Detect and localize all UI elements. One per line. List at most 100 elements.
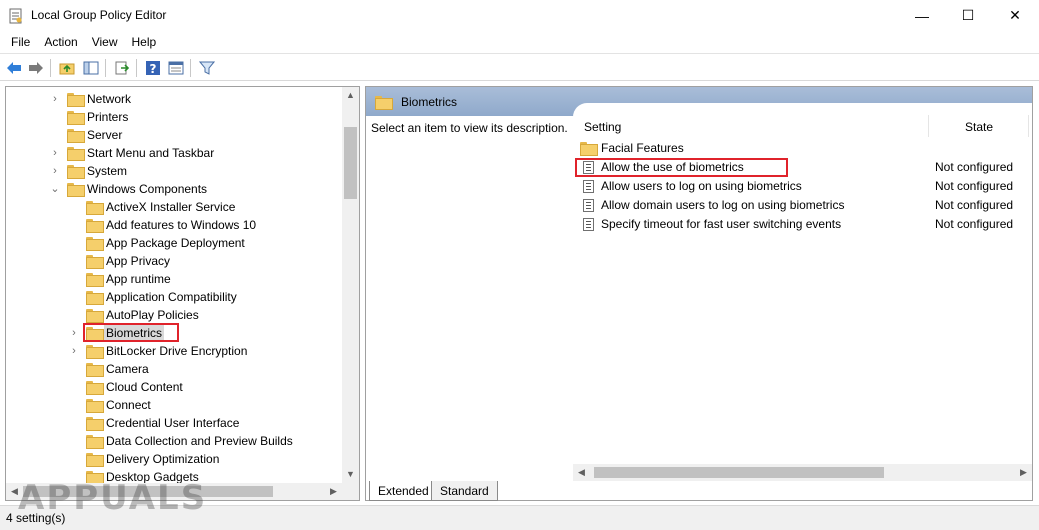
folder-icon	[86, 453, 104, 467]
folder-icon	[86, 345, 104, 359]
toolbar-separator	[50, 59, 51, 77]
setting-state: Not configured	[935, 217, 1014, 231]
scroll-down-icon[interactable]: ▼	[342, 466, 359, 483]
window-title: Local Group Policy Editor	[31, 8, 167, 22]
scroll-up-icon[interactable]: ▲	[342, 87, 359, 104]
toolbar-separator	[190, 59, 191, 77]
folder-icon	[67, 93, 85, 107]
tree-item[interactable]: App runtime	[6, 270, 342, 288]
tree-item[interactable]: Application Compatibility	[6, 288, 342, 306]
tree-item-label: Server	[87, 128, 123, 142]
tree-item-label: Application Compatibility	[106, 290, 237, 304]
column-separator[interactable]	[1028, 115, 1029, 137]
tree-item-label: Credential User Interface	[106, 416, 240, 430]
tree-item[interactable]: Cloud Content	[6, 378, 342, 396]
tree-item[interactable]: Server	[6, 126, 342, 144]
chevron-right-icon[interactable]: ›	[50, 162, 60, 180]
chevron-right-icon[interactable]: ›	[50, 90, 60, 108]
properties-icon[interactable]	[166, 58, 186, 78]
tree-item-label: Start Menu and Taskbar	[87, 146, 215, 160]
minimize-button[interactable]: —	[899, 0, 945, 31]
tree-item[interactable]: › System	[6, 162, 342, 180]
policy-setting-icon	[583, 199, 594, 212]
chevron-down-icon[interactable]: ⌄	[50, 180, 60, 198]
description-area: Select an item to view its description.	[366, 116, 573, 471]
tree-item[interactable]: App Privacy	[6, 252, 342, 270]
tree-item[interactable]: ⌄ Windows Components	[6, 180, 342, 198]
maximize-icon: ☐	[961, 7, 975, 23]
tab-extended[interactable]: Extended	[369, 481, 438, 501]
list-item-folder[interactable]: Facial Features	[578, 139, 1028, 158]
tree-item[interactable]: › BitLocker Drive Encryption	[6, 342, 342, 360]
toolbar-separator	[136, 59, 137, 77]
tree-item[interactable]: ActiveX Installer Service	[6, 198, 342, 216]
menu-view[interactable]: View	[85, 32, 125, 52]
folder-icon	[86, 201, 104, 215]
list-horizontal-scrollbar[interactable]: ◀ ▶	[573, 464, 1032, 481]
forward-arrow-icon[interactable]	[26, 58, 46, 78]
show-hide-tree-icon[interactable]	[81, 58, 101, 78]
tree-item[interactable]: Connect	[6, 396, 342, 414]
scroll-right-icon[interactable]: ▶	[1015, 464, 1032, 481]
folder-icon	[67, 183, 85, 197]
scroll-right-icon[interactable]: ▶	[325, 483, 342, 500]
setting-state: Not configured	[935, 179, 1014, 193]
tree-item[interactable]: Add features to Windows 10	[6, 216, 342, 234]
tree-item-label: AutoPlay Policies	[106, 308, 199, 322]
export-list-icon[interactable]	[112, 58, 132, 78]
list-item-setting[interactable]: Specify timeout for fast user switching …	[578, 215, 1028, 234]
settings-list[interactable]: Setting State Facial Features Allow the u…	[573, 103, 1032, 471]
close-icon: ✕	[1009, 7, 1021, 23]
tree-item[interactable]: › Start Menu and Taskbar	[6, 144, 342, 162]
filter-icon[interactable]	[197, 58, 217, 78]
tree-item-label: App Package Deployment	[106, 236, 245, 250]
tree-item[interactable]: › Network	[6, 90, 342, 108]
tree-item-label: Delivery Optimization	[106, 452, 220, 466]
description-text: Select an item to view its description.	[371, 121, 568, 135]
chevron-right-icon[interactable]: ›	[69, 324, 79, 342]
folder-icon	[67, 111, 85, 125]
tree-item[interactable]: Printers	[6, 108, 342, 126]
title-bar: Local Group Policy Editor — ☐ ✕	[0, 0, 1039, 31]
list-item-setting[interactable]: Allow domain users to log on using biome…	[578, 196, 1028, 215]
tree-item-label: App runtime	[106, 272, 171, 286]
tree-item[interactable]: Camera	[6, 360, 342, 378]
setting-state: Not configured	[935, 160, 1014, 174]
highlight-box	[575, 158, 788, 177]
tree-item[interactable]: App Package Deployment	[6, 234, 342, 252]
setting-label: Allow users to log on using biometrics	[601, 179, 802, 193]
tree-item-label: Cloud Content	[106, 380, 183, 394]
folder-icon	[375, 96, 393, 110]
chevron-right-icon[interactable]: ›	[50, 144, 60, 162]
tree-item[interactable]: Delivery Optimization	[6, 450, 342, 468]
help-icon[interactable]: ?	[143, 58, 163, 78]
tree-item[interactable]: AutoPlay Policies	[6, 306, 342, 324]
close-button[interactable]: ✕	[992, 0, 1038, 31]
chevron-right-icon[interactable]: ›	[69, 342, 79, 360]
policy-editor-icon	[9, 8, 22, 24]
scroll-thumb[interactable]	[594, 467, 884, 478]
menu-bar: File Action View Help	[0, 31, 1039, 53]
toolbar: ?	[0, 53, 1039, 81]
folder-icon	[67, 129, 85, 143]
tree-item[interactable]: Credential User Interface	[6, 414, 342, 432]
column-header-setting[interactable]: Setting	[584, 120, 621, 140]
column-separator[interactable]	[928, 115, 929, 137]
list-item-setting[interactable]: Allow users to log on using biometrics No…	[578, 177, 1028, 196]
tree-item[interactable]: Data Collection and Preview Builds	[6, 432, 342, 450]
tree-vertical-scrollbar[interactable]: ▲ ▼	[342, 87, 359, 483]
menu-file[interactable]: File	[4, 32, 37, 52]
menu-action[interactable]: Action	[37, 32, 84, 52]
scroll-thumb[interactable]	[344, 127, 357, 199]
back-arrow-icon[interactable]	[4, 58, 24, 78]
tree-pane[interactable]: › Network Printers Server › Start Menu and Ta…	[5, 86, 360, 501]
menu-help[interactable]: Help	[125, 32, 164, 52]
folder-icon	[86, 417, 104, 431]
tree-item-label: Network	[87, 92, 132, 106]
svg-text:?: ?	[150, 62, 157, 76]
scroll-left-icon[interactable]: ◀	[573, 464, 590, 481]
maximize-button[interactable]: ☐	[945, 0, 991, 31]
tab-standard[interactable]: Standard	[431, 481, 498, 501]
up-folder-icon[interactable]	[57, 58, 77, 78]
column-header-state[interactable]: State	[965, 120, 993, 140]
